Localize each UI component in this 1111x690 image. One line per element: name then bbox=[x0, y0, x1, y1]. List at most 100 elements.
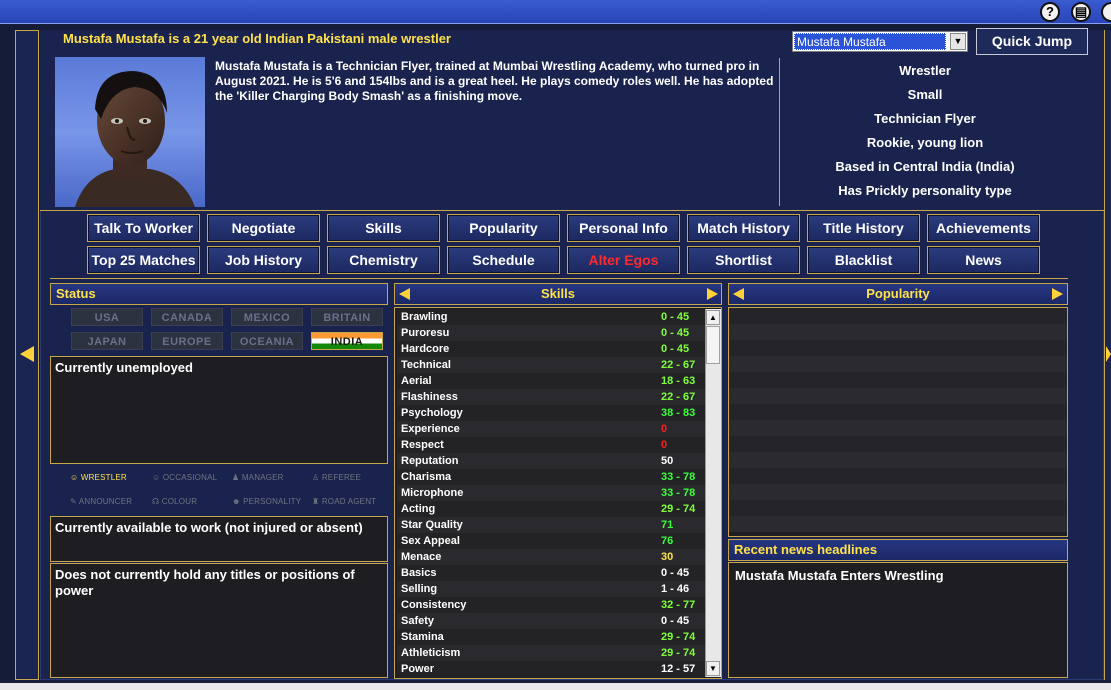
region-usa[interactable]: USA bbox=[71, 308, 143, 326]
region-japan[interactable]: JAPAN bbox=[71, 332, 143, 350]
titles-status: Does not currently hold any titles or po… bbox=[55, 567, 355, 598]
match-history-button[interactable]: Match History bbox=[687, 214, 800, 242]
region-india[interactable]: INDIA bbox=[311, 332, 383, 350]
skill-row: Experience 0 bbox=[397, 421, 705, 437]
avatar bbox=[55, 57, 205, 207]
arrow-right-icon[interactable] bbox=[1106, 346, 1111, 362]
blacklist-button[interactable]: Blacklist bbox=[807, 246, 920, 274]
skill-name: Reputation bbox=[401, 455, 459, 467]
wrestler-bio: Mustafa Mustafa is a Technician Flyer, t… bbox=[215, 59, 774, 103]
skill-value: 29 - 74 bbox=[661, 647, 696, 659]
employment-status: Currently unemployed bbox=[55, 360, 193, 375]
popularity-row bbox=[729, 324, 1067, 340]
skill-value: 0 - 45 bbox=[661, 311, 690, 323]
popularity-row bbox=[729, 484, 1067, 500]
popularity-row bbox=[729, 500, 1067, 516]
skill-row: Power 12 - 57 bbox=[397, 661, 705, 677]
skill-value: 50 bbox=[661, 455, 674, 467]
popularity-row bbox=[729, 372, 1067, 388]
role-personality: ☻ PERSONALITY bbox=[232, 497, 302, 506]
skills-scrollbar[interactable] bbox=[705, 309, 721, 677]
popularity-button[interactable]: Popularity bbox=[447, 214, 560, 242]
save-icon[interactable]: ▤ bbox=[1071, 2, 1091, 22]
skill-name: Brawling bbox=[401, 311, 448, 323]
popularity-rows bbox=[729, 308, 1067, 532]
region-mexico[interactable]: MEXICO bbox=[231, 308, 303, 326]
microphone-icon: ✎ bbox=[70, 497, 77, 506]
arrow-left-icon[interactable] bbox=[20, 346, 34, 362]
scroll-up-icon[interactable]: ▲ bbox=[706, 310, 720, 325]
skill-value: 22 - 67 bbox=[661, 391, 696, 403]
achievements-button[interactable]: Achievements bbox=[927, 214, 1040, 242]
skill-name: Basics bbox=[401, 567, 437, 579]
quick-jump-button[interactable]: Quick Jump bbox=[976, 28, 1088, 55]
job-history-button[interactable]: Job History bbox=[207, 246, 320, 274]
skill-name: Star Quality bbox=[401, 519, 463, 531]
skill-value: 0 - 45 bbox=[661, 343, 690, 355]
help-icon[interactable]: ? bbox=[1040, 2, 1060, 22]
region-europe[interactable]: EUROPE bbox=[151, 332, 223, 350]
agent-icon: ♜ bbox=[312, 497, 320, 506]
skill-name: Safety bbox=[401, 615, 435, 627]
skill-row: Charisma 33 - 78 bbox=[397, 469, 705, 485]
skill-row: Menace 30 bbox=[397, 549, 705, 565]
skill-value: 38 - 83 bbox=[661, 407, 696, 419]
skill-row: Stamina 29 - 74 bbox=[397, 629, 705, 645]
skills-list[interactable]: Brawling 0 - 45 Puroresu 0 - 45 Hardcore 0 - … bbox=[397, 309, 705, 677]
popularity-header: Popularity bbox=[728, 283, 1068, 305]
status-header: Status bbox=[50, 283, 388, 305]
skills-prev-icon[interactable] bbox=[399, 288, 410, 300]
role-manager: ♟ MANAGER bbox=[232, 473, 284, 482]
skill-name: Flashiness bbox=[401, 391, 458, 403]
region-oceania[interactable]: OCEANIA bbox=[231, 332, 303, 350]
skills-title: Skills bbox=[541, 286, 575, 301]
alter-egos-button[interactable]: Alter Egos bbox=[567, 246, 680, 274]
popularity-row bbox=[729, 356, 1067, 372]
popularity-row bbox=[729, 452, 1067, 468]
scroll-down-icon[interactable]: ▼ bbox=[706, 661, 720, 676]
skill-name: Experience bbox=[401, 423, 460, 435]
personal-info-button[interactable]: Personal Info bbox=[567, 214, 680, 242]
negotiate-button[interactable]: Negotiate bbox=[207, 214, 320, 242]
skill-value: 33 - 78 bbox=[661, 487, 696, 499]
mask-icon: ☺ bbox=[70, 473, 79, 482]
skill-row: Safety 0 - 45 bbox=[397, 613, 705, 629]
chemistry-button[interactable]: Chemistry bbox=[327, 246, 440, 274]
person-icon: ♟ bbox=[232, 473, 240, 482]
skill-row: Selling 1 - 46 bbox=[397, 581, 705, 597]
skill-row: Technical 22 - 67 bbox=[397, 357, 705, 373]
skills-button[interactable]: Skills bbox=[327, 214, 440, 242]
skill-row: Flashiness 22 - 67 bbox=[397, 389, 705, 405]
skill-row: Puroresu 0 - 45 bbox=[397, 325, 705, 341]
skill-name: Acting bbox=[401, 503, 436, 515]
role-referee: ♙ REFEREE bbox=[312, 473, 361, 482]
popularity-next-icon[interactable] bbox=[1052, 288, 1063, 300]
schedule-button[interactable]: Schedule bbox=[447, 246, 560, 274]
attribute-role: Wrestler bbox=[899, 63, 951, 78]
popularity-row bbox=[729, 388, 1067, 404]
news-button[interactable]: News bbox=[927, 246, 1040, 274]
shortlist-button[interactable]: Shortlist bbox=[687, 246, 800, 274]
skill-name: Consistency bbox=[401, 599, 467, 611]
region-britain[interactable]: BRITAIN bbox=[311, 308, 383, 326]
region-canada[interactable]: CANADA bbox=[151, 308, 223, 326]
role-colour: ☊ COLOUR bbox=[152, 497, 198, 506]
skill-value: 0 - 45 bbox=[661, 615, 690, 627]
skills-next-icon[interactable] bbox=[707, 288, 718, 300]
skill-value: 22 - 67 bbox=[661, 359, 696, 371]
news-headline[interactable]: Mustafa Mustafa Enters Wrestling bbox=[729, 563, 1067, 587]
title-history-button[interactable]: Title History bbox=[807, 214, 920, 242]
popularity-prev-icon[interactable] bbox=[733, 288, 744, 300]
talk-to-worker-button[interactable]: Talk To Worker bbox=[87, 214, 200, 242]
skill-value: 33 - 78 bbox=[661, 471, 696, 483]
skill-value: 76 bbox=[661, 535, 674, 547]
top-25-matches-button[interactable]: Top 25 Matches bbox=[87, 246, 200, 274]
divider bbox=[50, 278, 1068, 279]
scroll-thumb[interactable] bbox=[706, 326, 720, 364]
role-occasional: ☺ OCCASIONAL bbox=[152, 473, 218, 482]
skill-name: Menace bbox=[401, 551, 442, 563]
attribute-size: Small bbox=[907, 87, 943, 102]
attribute-location: Based in Central India (India) bbox=[835, 159, 1015, 174]
chevron-down-icon[interactable]: ▼ bbox=[950, 33, 966, 50]
worker-select-value[interactable]: Mustafa Mustafa bbox=[794, 33, 946, 50]
